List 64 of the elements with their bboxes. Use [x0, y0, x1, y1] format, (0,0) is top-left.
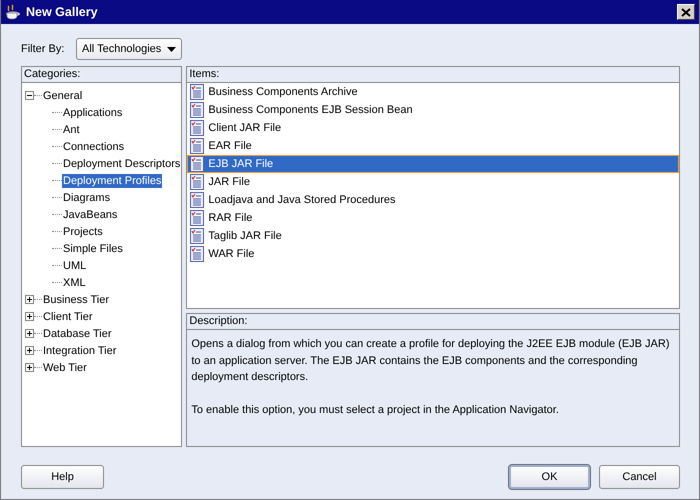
tree-item[interactable]: Diagrams [62, 190, 112, 204]
caret-icon [167, 46, 176, 52]
document-icon [190, 84, 204, 100]
window-title: New Gallery [26, 4, 99, 21]
tree-item[interactable]: Deployment Profiles [62, 174, 162, 188]
document-icon [190, 228, 204, 244]
tree-item[interactable]: Connections [62, 140, 126, 154]
tree-item[interactable]: UML [62, 258, 88, 272]
collapse-toggle[interactable] [25, 91, 34, 100]
list-item[interactable]: Business Components Archive [187, 83, 679, 101]
list-item[interactable]: Taglib JAR File [187, 227, 679, 245]
document-icon [190, 102, 204, 118]
list-item[interactable]: Loadjava and Java Stored Procedures [187, 191, 679, 209]
pane-header: Description: [187, 314, 679, 330]
expand-toggle[interactable] [25, 295, 34, 304]
tree-item[interactable]: Applications [62, 106, 124, 120]
tree-item[interactable]: Ant [62, 122, 81, 136]
plus-icon [26, 296, 33, 303]
pane-header: Categories: [22, 67, 182, 83]
list-item[interactable]: RAR File [187, 209, 679, 227]
filter-label: Filter By: [21, 42, 66, 57]
list-item[interactable]: WAR File [187, 245, 679, 263]
list-item[interactable]: Client JAR File [187, 119, 679, 137]
tree-item[interactable]: JavaBeans [62, 208, 118, 222]
plus-icon [26, 347, 33, 354]
minus-icon [26, 92, 33, 99]
dialog-button[interactable]: OK [509, 465, 590, 489]
tree-item[interactable]: Integration Tier [42, 344, 118, 358]
description-text: To enable this option, you must select a project in the Application Navigator. [191, 402, 560, 418]
list-item[interactable]: JAR File [187, 173, 679, 191]
document-icon [190, 156, 204, 172]
tree-item[interactable]: Database Tier [42, 326, 112, 340]
filter-dropdown[interactable]: All Technologies [76, 38, 182, 60]
document-icon [190, 120, 204, 136]
expand-toggle[interactable] [25, 312, 34, 321]
coffee-cup-icon [5, 4, 22, 20]
tree-item[interactable]: Deployment Descriptors [62, 156, 182, 170]
tree-item[interactable]: Simple Files [62, 242, 124, 256]
dialog-button[interactable]: Cancel [599, 465, 680, 489]
document-icon [190, 138, 204, 154]
document-icon [190, 210, 204, 226]
expand-toggle[interactable] [25, 329, 34, 338]
tree-item[interactable]: General [42, 88, 84, 102]
plus-icon [26, 313, 33, 320]
close-icon [681, 8, 691, 16]
close-button[interactable] [677, 4, 695, 20]
plus-icon [26, 364, 33, 371]
tree-item[interactable]: Web Tier [42, 360, 88, 374]
document-icon [190, 246, 204, 262]
expand-toggle[interactable] [25, 346, 34, 355]
plus-icon [26, 330, 33, 337]
list-item[interactable]: Business Components EJB Session Bean [187, 101, 679, 119]
dialog-button[interactable]: Help [21, 465, 104, 489]
tree-item[interactable]: XML [62, 276, 87, 290]
tree-item[interactable]: Projects [62, 224, 104, 238]
tree-item[interactable]: Client Tier [42, 310, 94, 324]
document-icon [190, 192, 204, 208]
pane-header: Items: [187, 67, 679, 83]
list-item[interactable]: EJB JAR File [187, 155, 679, 173]
document-icon [190, 174, 204, 190]
list-item[interactable]: EAR File [187, 137, 679, 155]
description-text: Opens a dialog from which you can create a profile for deploying the J2EE EJB module (EJB JAR) to an application server. The EJB JAR contains the EJB components and the corresponding deployment descriptors. [191, 337, 671, 385]
tree-item[interactable]: Business Tier [42, 292, 110, 306]
expand-toggle[interactable] [25, 363, 34, 372]
